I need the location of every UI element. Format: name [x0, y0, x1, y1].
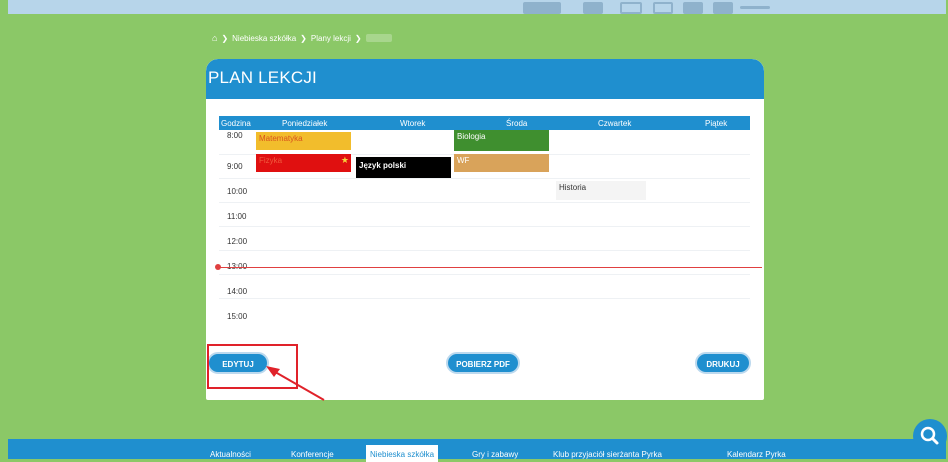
breadcrumb-item-niebieska-szkolka[interactable]: Niebieska szkółka — [232, 34, 296, 43]
column-header-tuesday: Wtorek — [400, 119, 426, 128]
footer-nav: Aktualności Konferencje Niebieska szkółk… — [8, 439, 946, 462]
search-button[interactable] — [913, 419, 947, 453]
home-icon[interactable]: ⌂ — [212, 33, 217, 43]
building-shape — [653, 2, 673, 14]
hour-label: 14:00 — [227, 287, 248, 296]
lesson-event-fizyka[interactable]: Fizyka ★ — [256, 154, 351, 172]
building-shape — [683, 2, 703, 14]
hour-row: 14:00 — [219, 274, 750, 299]
hour-label: 9:00 — [227, 162, 243, 171]
chevron-right-icon: ❯ — [221, 33, 229, 43]
header-illustration — [8, 0, 946, 14]
column-header-monday: Poniedziałek — [282, 119, 328, 128]
search-icon — [920, 426, 939, 445]
schedule-grid: Godzina Poniedziałek Wtorek Środa Czwart… — [215, 116, 762, 338]
lesson-event-historia[interactable]: Historia — [556, 181, 646, 200]
building-shape — [620, 2, 642, 14]
hour-row: 13:00 — [219, 250, 750, 275]
building-shape — [523, 2, 561, 14]
column-header-thursday: Czwartek — [598, 119, 632, 128]
hour-label: 15:00 — [227, 312, 248, 321]
card-header: PLAN LEKCJI — [206, 59, 764, 99]
lesson-label: Fizyka — [259, 156, 283, 165]
footer-link-kalendarz-pyrka[interactable]: Kalendarz Pyrka — [727, 450, 786, 459]
lesson-event-matematyka[interactable]: Matematyka — [256, 132, 351, 150]
hour-label: 8:00 — [227, 131, 243, 140]
current-time-line — [218, 267, 762, 268]
print-button[interactable]: DRUKUJ — [695, 352, 751, 374]
hour-row: 15:00 — [219, 298, 750, 323]
hour-row: 12:00 — [219, 226, 750, 251]
chevron-right-icon: ❯ — [300, 33, 307, 43]
breadcrumb-current-blurred — [365, 34, 392, 42]
building-shape — [713, 2, 733, 14]
footer-link-konferencje[interactable]: Konferencje — [291, 450, 334, 459]
hour-row: 10:00 — [219, 178, 750, 203]
schedule-header-row: Godzina Poniedziałek Wtorek Środa Czwart… — [219, 116, 750, 130]
chevron-right-icon: ❯ — [354, 33, 362, 43]
star-icon: ★ — [340, 155, 349, 165]
breadcrumb: ⌂ ❯ Niebieska szkółka ❯ Plany lekcji ❯ — [212, 33, 392, 43]
footer-link-klub-przyjaciol[interactable]: Klub przyjaciół sierżanta Pyrka — [553, 450, 662, 459]
footer-link-niebieska-szkolka[interactable]: Niebieska szkółka — [366, 445, 439, 462]
lesson-event-biologia[interactable]: Biologia — [454, 130, 549, 151]
footer-link-aktualnosci[interactable]: Aktualności — [210, 450, 251, 459]
footer-link-gry-i-zabawy[interactable]: Gry i zabawy — [472, 450, 518, 459]
column-header-hour: Godzina — [221, 119, 251, 128]
building-shape — [740, 6, 770, 9]
hour-label: 10:00 — [227, 187, 248, 196]
page-title: PLAN LEKCJI — [208, 68, 317, 87]
breadcrumb-item-plany-lekcji[interactable]: Plany lekcji — [311, 34, 351, 43]
building-shape — [583, 2, 603, 14]
current-time-dot — [215, 264, 221, 270]
column-header-friday: Piątek — [705, 119, 728, 128]
lesson-event-jezyk-polski[interactable]: Język polski — [356, 157, 451, 178]
download-pdf-button[interactable]: POBIERZ PDF — [446, 352, 520, 374]
lesson-event-wf[interactable]: WF — [454, 154, 549, 172]
annotation-arrow — [266, 366, 325, 401]
hour-row: 11:00 — [219, 202, 750, 227]
column-header-wednesday: Środa — [506, 119, 528, 128]
hour-label: 12:00 — [227, 237, 248, 246]
hour-label: 11:00 — [227, 212, 247, 221]
